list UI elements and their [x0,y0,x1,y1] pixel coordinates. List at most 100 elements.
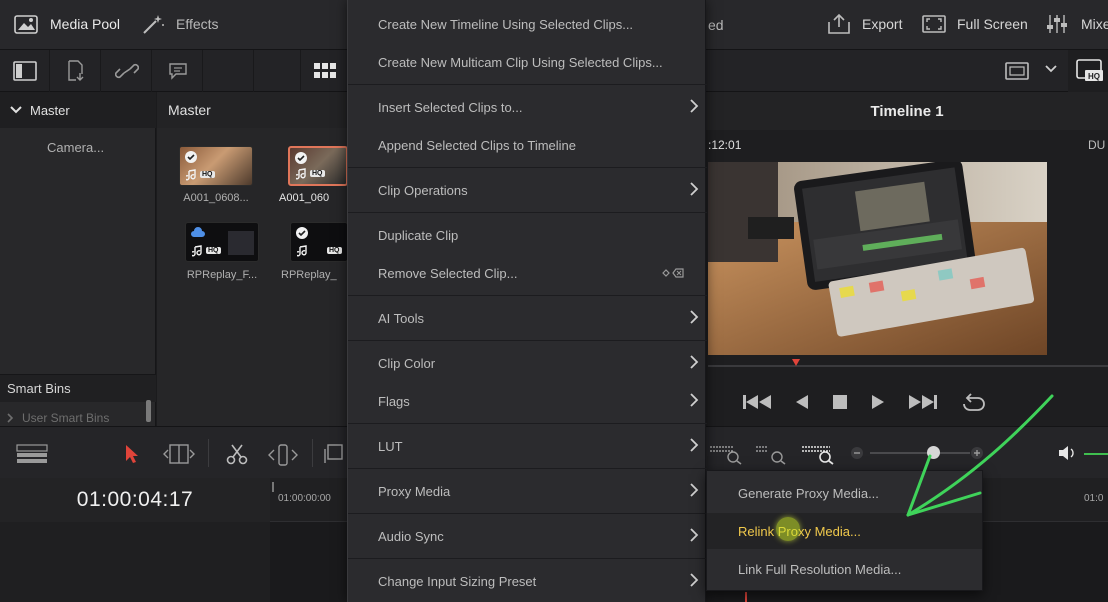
zoom-out-icon[interactable] [850,446,864,460]
grid-view-button[interactable] [302,50,347,92]
viewer-options-dropdown[interactable] [1044,64,1058,74]
menu-item-label: Flags [378,393,410,409]
menu-item-clip-operations[interactable]: Clip Operations [348,173,707,207]
menu-item-change-input-sizing[interactable]: Change Input Sizing Preset [348,564,707,598]
viewer-scrubber[interactable] [708,365,1108,367]
toggle-bins-button[interactable] [0,50,50,92]
menu-separator [348,468,707,469]
timeline-title: Timeline 1 [870,102,944,120]
menu-item-insert-clips[interactable]: Insert Selected Clips to... [348,90,707,124]
submenu-chevron-right-icon [690,99,699,113]
smart-bins-label: Smart Bins [7,381,71,396]
viewer-timecode: :12:01 [708,138,742,152]
menu-separator [348,167,707,168]
skip-to-start-icon[interactable] [742,393,772,411]
menu-item-ai-tools[interactable]: AI Tools [348,301,707,335]
menu-item-append-clips[interactable]: Append Selected Clips to Timeline [348,128,707,162]
menu-item-lut[interactable]: LUT [348,429,707,463]
bin-item-camera[interactable]: Camera... [47,140,104,155]
menu-separator [348,84,707,85]
menu-item-label: Remove Selected Clip... [378,265,518,281]
effects-label: Effects [176,16,219,32]
grid-view-icon [313,63,336,78]
clip-context-menu: Create New Timeline Using Selected Clips… [347,0,707,602]
submenu-chevron-right-icon [690,528,699,542]
full-screen-button[interactable]: Full Screen [921,13,1028,35]
step-back-icon[interactable] [794,393,810,411]
menu-item-label: Audio Sync [378,528,444,544]
zoom-detail-icon[interactable] [754,443,788,465]
effects-button[interactable]: Effects [140,13,219,35]
smart-bins-header[interactable]: Smart Bins [0,374,156,402]
menu-item-create-timeline[interactable]: Create New Timeline Using Selected Clips… [348,7,707,41]
submenu-chevron-right-icon [690,182,699,196]
clip-thumbnail-selected[interactable]: HQ [288,146,348,186]
user-smart-bins-label: User Smart Bins [22,411,110,425]
bin-list-panel: Master Camera... Smart Bins User Smart B… [0,92,156,426]
timeline-viewer: Timeline 1 :12:01 DU [706,92,1108,426]
zoom-custom-icon[interactable] [800,443,834,465]
export-icon [826,13,852,35]
razor-scissors-icon[interactable] [226,443,248,465]
pool-header-label: Master [168,102,211,118]
link-media-button[interactable] [102,50,152,92]
menu-item-duplicate-clip[interactable]: Duplicate Clip [348,218,707,252]
insert-clip-icon[interactable] [322,443,344,465]
zoom-full-icon[interactable] [708,443,742,465]
timecode-value: 01:00:04:17 [76,488,194,511]
hidden-tab-fragment: ed [708,17,724,33]
bin-scrollbar[interactable] [146,400,151,422]
menu-item-clip-color[interactable]: Clip Color [348,346,707,380]
annotation-arrow-icon [906,394,1054,517]
menu-item-label: Insert Selected Clips to... [378,99,523,115]
clip-preview-image: HQ [288,146,348,186]
magic-wand-icon [140,13,166,35]
timeline-view-options-icon[interactable] [16,444,48,464]
menu-item-label: Proxy Media [378,483,451,499]
full-screen-icon [921,13,947,35]
menu-item-flags[interactable]: Flags [348,384,707,418]
ruler-tick [272,482,274,492]
proxy-hq-button[interactable]: HQ [1068,50,1108,92]
menu-item-create-multicam[interactable]: Create New Multicam Clip Using Selected … [348,45,707,79]
timeline-playhead[interactable] [745,592,747,602]
menu-item-audio-sync[interactable]: Audio Sync [348,519,707,553]
clip-thumbnail[interactable]: HQ [179,146,253,186]
menu-separator [348,340,707,341]
play-icon[interactable] [870,393,886,411]
master-bin-label: Master [30,102,70,118]
clip-preview-image: HQ [185,222,259,262]
submenu-chevron-right-icon [690,393,699,407]
clip-label: RPReplay_F... [186,269,258,281]
playhead-marker-icon[interactable] [791,358,801,368]
submenu-item-label: Generate Proxy Media... [738,485,879,501]
hq-badge-icon: HQ [200,171,215,178]
selection-arrow-icon[interactable] [124,443,140,465]
menu-item-remove-clip[interactable]: Remove Selected Clip... [348,256,707,290]
stop-icon[interactable] [832,394,848,410]
media-pool-icon [14,13,40,35]
chevron-down-icon [10,106,22,114]
trim-edit-icon[interactable] [162,444,196,464]
viewer-size-button[interactable] [1004,60,1030,82]
clip-preview-image: HQ [179,146,253,186]
metadata-button[interactable] [153,50,203,92]
timeline-title-bar[interactable]: Timeline 1 [706,92,1108,130]
menu-item-label: Clip Color [378,355,436,371]
dynamic-trim-icon[interactable] [266,444,300,466]
media-pool-grid: Master HQ A001_0608... HQ A001_060 HQ RP… [157,92,348,426]
menu-item-proxy-media[interactable]: Proxy Media [348,474,707,508]
track-headers [0,522,270,602]
clip-thumbnail[interactable]: HQ [185,222,259,262]
master-bin-header[interactable]: Master [0,92,156,128]
media-pool-button[interactable]: Media Pool [14,13,120,35]
import-media-button[interactable] [51,50,101,92]
chevron-down-icon [1045,65,1057,73]
clip-thumbnail[interactable]: HQ [290,222,348,262]
submenu-item-link-full-resolution[interactable]: Link Full Resolution Media... [707,551,982,587]
menu-separator [348,558,707,559]
user-smart-bins-row[interactable]: User Smart Bins [6,410,146,426]
export-button[interactable]: Export [826,13,902,35]
mixer-button[interactable]: Mixe [1045,13,1108,35]
viewer-frame-icon [1005,62,1029,80]
